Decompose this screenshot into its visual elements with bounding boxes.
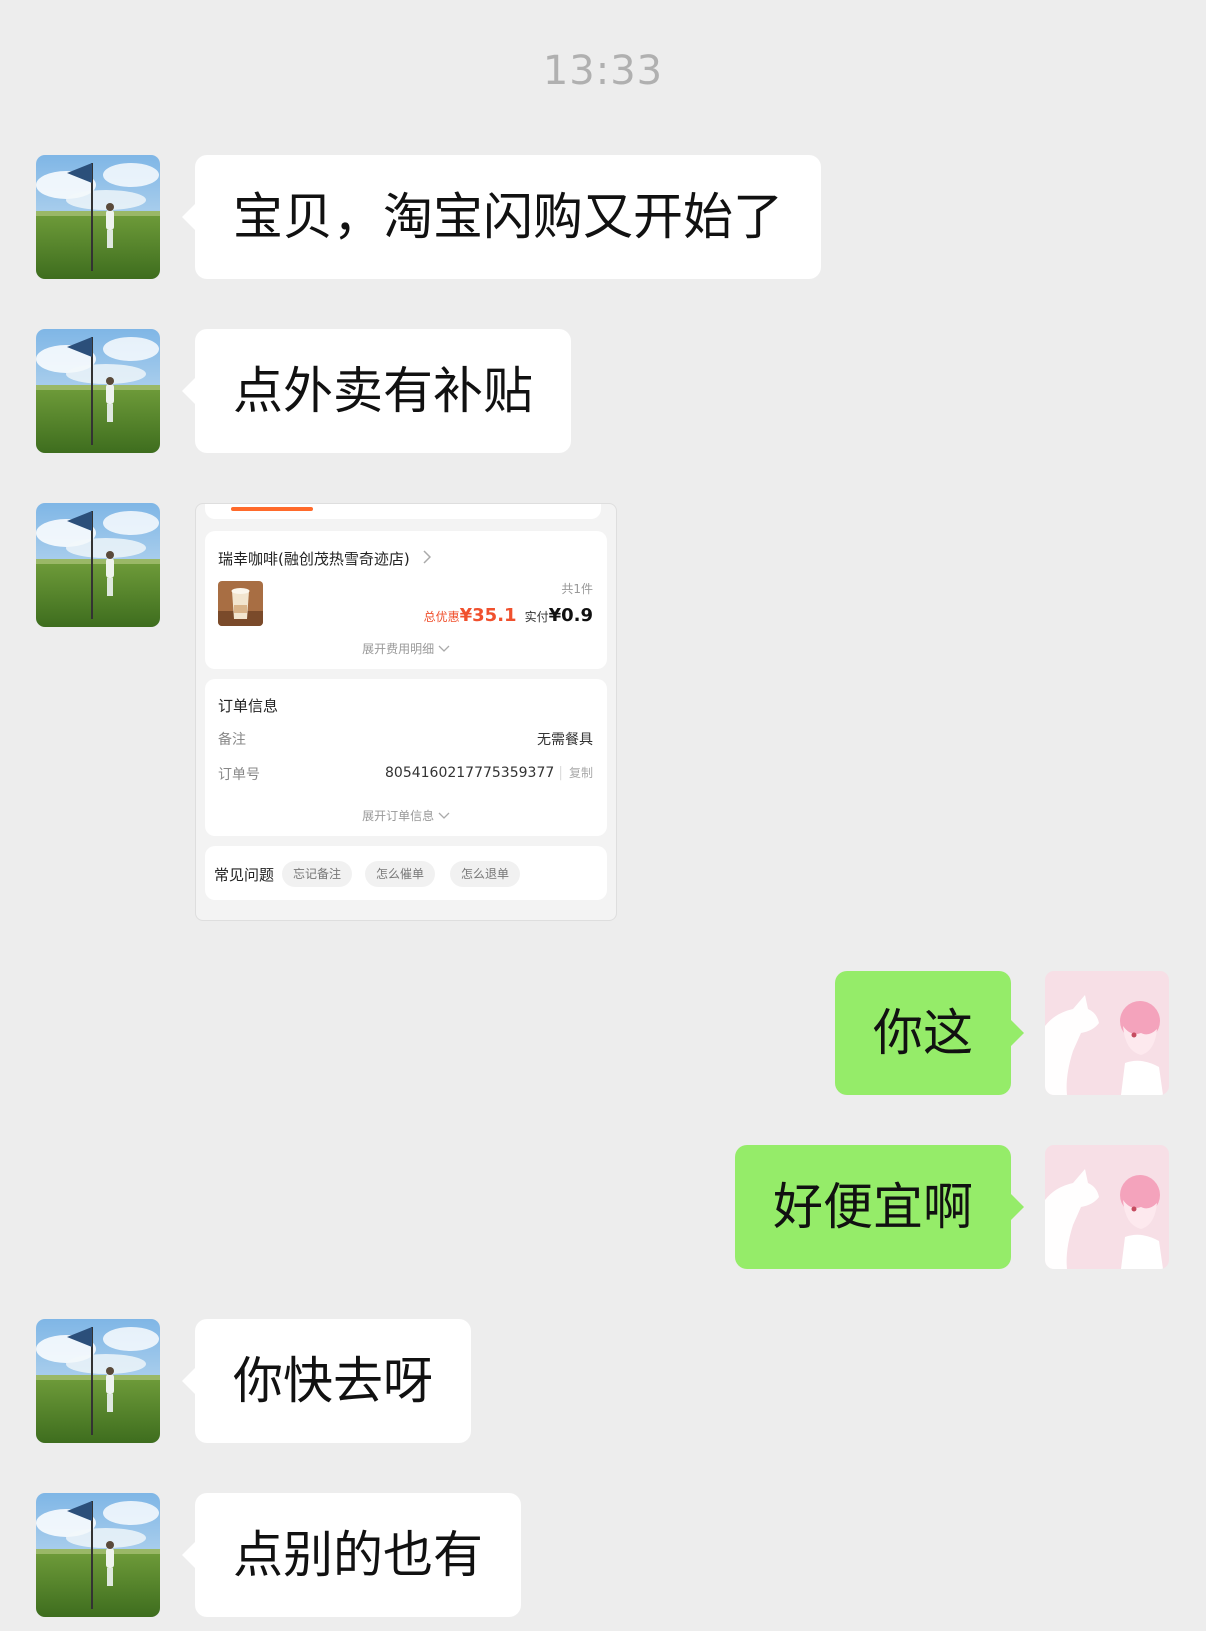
order-info-title: 订单信息 [218, 697, 279, 715]
paid-value: ¥0.9 [548, 605, 593, 626]
chevron-down-icon [438, 812, 450, 819]
contact-avatar[interactable] [36, 1493, 160, 1617]
copy-label: 复制 [568, 766, 593, 780]
remark-value: 无需餐具 [537, 732, 593, 748]
coffee-product-image [218, 581, 263, 626]
self-avatar[interactable] [1045, 1145, 1169, 1269]
paid-label: 实付 [524, 610, 549, 624]
card-top-strip [205, 504, 601, 519]
expand-order-link: 展开订单信息 [205, 807, 607, 824]
order-number-value: 8054160217775359377 [385, 765, 555, 781]
chevron-right-icon [423, 550, 431, 564]
contact-avatar[interactable] [36, 155, 160, 279]
chevron-down-icon [438, 645, 450, 652]
contact-avatar[interactable] [36, 1319, 160, 1443]
order-number-row: 8054160217775359377 | 复制 [385, 764, 593, 781]
expand-fees-link: 展开费用明细 [205, 640, 607, 657]
message-row: 点别的也有 [0, 1493, 1206, 1617]
separator: | [558, 765, 563, 781]
outgoing-message-bubble[interactable]: 你这 [835, 971, 1024, 1095]
discount-label: 总优惠 [423, 610, 460, 624]
timestamp: 13:33 [542, 48, 664, 94]
order-item-panel: 瑞幸咖啡(融创茂热雪奇迹店) 共1件 总优惠¥35.1 实付¥0.9 展开费用明细 [205, 531, 607, 669]
discount-value: ¥35.1 [459, 605, 517, 626]
message-row: 你快去呀 [0, 1319, 1206, 1443]
expand-fees-label: 展开费用明细 [362, 642, 435, 656]
item-count: 共1件 [561, 582, 593, 596]
faq-chip: 怎么退单 [450, 861, 521, 887]
incoming-message-bubble[interactable]: 点别的也有 [182, 1493, 521, 1617]
incoming-message-bubble[interactable]: 点外卖有补贴 [182, 329, 571, 453]
message-row: 宝贝，淘宝闪购又开始了 [0, 155, 1206, 279]
self-avatar[interactable] [1045, 971, 1169, 1095]
order-screenshot-image[interactable]: 瑞幸咖啡(融创茂热雪奇迹店) 共1件 总优惠¥35.1 实付¥0.9 展开费用明细… [195, 503, 617, 921]
contact-avatar[interactable] [36, 329, 160, 453]
contact-avatar[interactable] [36, 503, 160, 627]
expand-order-label: 展开订单信息 [362, 809, 435, 823]
orange-accent-bar [231, 507, 313, 511]
store-name: 瑞幸咖啡(融创茂热雪奇迹店) [218, 550, 410, 568]
faq-chip: 怎么催单 [365, 861, 436, 887]
incoming-message-bubble[interactable]: 你快去呀 [182, 1319, 471, 1443]
order-info-panel: 订单信息 备注 无需餐具 订单号 8054160217775359377 | 复制 … [205, 679, 607, 836]
message-row: 好便宜啊 [0, 1145, 1206, 1269]
faq-panel: 常见问题 忘记备注 怎么催单 怎么退单 [205, 846, 607, 900]
order-number-label: 订单号 [218, 767, 260, 783]
message-row: 点外卖有补贴 [0, 329, 1206, 453]
remark-label: 备注 [218, 732, 246, 748]
faq-chip: 忘记备注 [282, 861, 353, 887]
outgoing-message-bubble[interactable]: 好便宜啊 [735, 1145, 1024, 1269]
message-row: 你这 [0, 971, 1206, 1095]
faq-title: 常见问题 [214, 866, 275, 884]
incoming-message-bubble[interactable]: 宝贝，淘宝闪购又开始了 [182, 155, 821, 279]
price-summary: 总优惠¥35.1 实付¥0.9 [424, 605, 593, 626]
